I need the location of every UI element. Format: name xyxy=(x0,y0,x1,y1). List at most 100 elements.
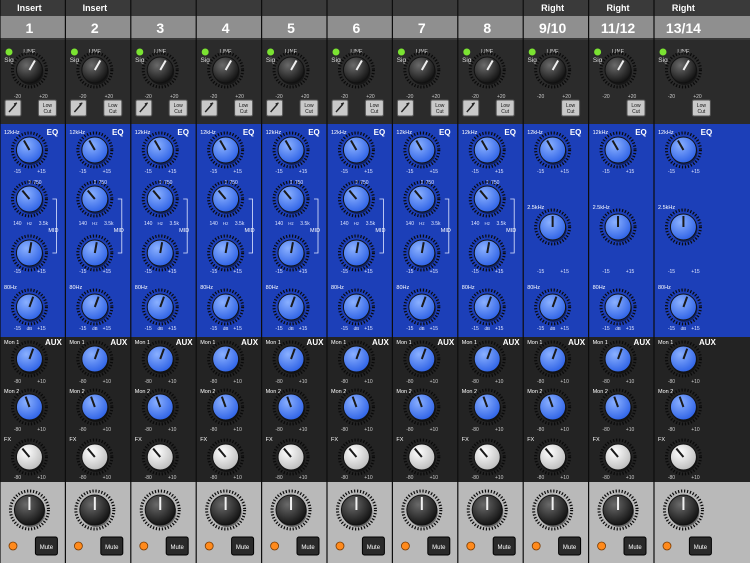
mid-freq-unit-label: Hz xyxy=(223,221,229,226)
eq-high-label: 12kHz xyxy=(4,130,20,136)
aux-max-label: +10 xyxy=(103,379,112,385)
mute-button[interactable]: Mute xyxy=(492,536,516,556)
eq-min-label: -15 xyxy=(472,269,479,275)
aux-min-label: -80 xyxy=(341,427,348,433)
signal-led xyxy=(528,48,536,56)
aux-min-label: -80 xyxy=(602,379,609,385)
aux-max-label: +10 xyxy=(560,379,569,385)
low-cut-button[interactable]: LowCut xyxy=(495,99,515,117)
eq-min-label: -15 xyxy=(275,269,282,275)
mute-led xyxy=(139,541,149,551)
eq-label: EQ xyxy=(570,128,582,137)
mute-button[interactable]: Mute xyxy=(165,536,189,556)
eq-max-label: +15 xyxy=(495,169,504,175)
low-cut-button[interactable]: LowCut xyxy=(299,99,319,117)
mute-button[interactable]: Mute xyxy=(361,536,385,556)
instrument-button[interactable] xyxy=(462,99,480,117)
mon1-label: Mon 1 xyxy=(462,340,477,346)
fx-label: FX xyxy=(69,437,76,443)
low-cut-button[interactable]: LowCut xyxy=(103,99,123,117)
fx-label: FX xyxy=(396,437,403,443)
eq-max-label: +15 xyxy=(233,326,242,332)
eq-min-label: -15 xyxy=(537,169,544,175)
instrument-button[interactable] xyxy=(69,99,87,117)
aux-max-label: +10 xyxy=(37,475,46,481)
aux-max-label: +10 xyxy=(430,427,439,433)
mid-freq-max-label: 3.5k xyxy=(497,221,507,227)
gain-max-label: +20 xyxy=(366,94,375,100)
eq-low-label: 80Hz xyxy=(69,285,82,291)
mute-button[interactable]: Mute xyxy=(688,536,712,556)
eq-high-label: 12kHz xyxy=(200,130,216,136)
aux-max-label: +10 xyxy=(299,427,308,433)
eq-high-label: 12kHz xyxy=(331,130,347,136)
gain-min-label: -20 xyxy=(79,94,86,100)
low-cut-label: Cut xyxy=(436,109,444,115)
signal-led xyxy=(332,48,340,56)
aux-max-label: +10 xyxy=(626,427,635,433)
mid-freq-center-label: 750 xyxy=(99,180,108,186)
mon1-label: Mon 1 xyxy=(200,340,215,346)
eq-low-label: 80Hz xyxy=(200,285,213,291)
mute-button[interactable]: Mute xyxy=(34,536,58,556)
low-cut-button[interactable]: LowCut xyxy=(37,99,57,117)
fx-label: FX xyxy=(200,437,207,443)
eq-min-label: -15 xyxy=(79,169,86,175)
gain-max-label: +20 xyxy=(693,94,702,100)
low-cut-button[interactable]: LowCut xyxy=(430,99,450,117)
eq-min-label: -15 xyxy=(275,326,282,332)
eq-low-label: 80Hz xyxy=(331,285,344,291)
eq-high-label: 12kHz xyxy=(69,130,85,136)
mid-freq-max-label: 3.5k xyxy=(170,221,180,227)
sig-label: Sig xyxy=(593,57,603,64)
aux-max-label: +10 xyxy=(37,427,46,433)
mute-button[interactable]: Mute xyxy=(231,536,255,556)
instrument-button[interactable] xyxy=(396,99,414,117)
eq-max-label: +15 xyxy=(430,269,439,275)
eq-high-label: 12kHz xyxy=(527,130,543,136)
mute-label: Mute xyxy=(367,545,381,551)
low-cut-button[interactable]: LowCut xyxy=(234,99,254,117)
sig-label: Sig xyxy=(4,57,14,64)
mute-led xyxy=(8,541,18,551)
aux-label: AUX xyxy=(372,338,390,347)
instrument-button[interactable] xyxy=(200,99,218,117)
gain-max-label: +20 xyxy=(301,94,310,100)
aux-max-label: +10 xyxy=(103,475,112,481)
mute-button[interactable]: Mute xyxy=(100,536,124,556)
aux-min-label: -80 xyxy=(406,379,413,385)
signal-led xyxy=(70,48,78,56)
aux-label: AUX xyxy=(45,338,63,347)
eq-max-label: +15 xyxy=(103,326,112,332)
low-cut-button[interactable]: LowCut xyxy=(626,99,646,117)
eq-mid-label: MID xyxy=(48,228,58,234)
instrument-button[interactable] xyxy=(266,99,284,117)
aux-max-label: +10 xyxy=(233,379,242,385)
aux-min-label: -80 xyxy=(275,379,282,385)
eq-min-label: -15 xyxy=(79,269,86,275)
eq-unit-label: dB xyxy=(288,326,294,331)
low-cut-button[interactable]: LowCut xyxy=(168,99,188,117)
aux-label: AUX xyxy=(699,338,717,347)
eq-low-label: 80Hz xyxy=(658,285,671,291)
low-cut-button[interactable]: LowCut xyxy=(691,99,711,117)
eq-unit-label: dB xyxy=(615,326,621,331)
instrument-button[interactable] xyxy=(331,99,349,117)
instrument-button[interactable] xyxy=(135,99,153,117)
mute-button[interactable]: Mute xyxy=(623,536,647,556)
sig-label: Sig xyxy=(70,57,80,64)
aux-min-label: -80 xyxy=(145,379,152,385)
mute-button[interactable]: Mute xyxy=(427,536,451,556)
mute-button[interactable]: Mute xyxy=(296,536,320,556)
mute-button[interactable]: Mute xyxy=(558,536,582,556)
instrument-button[interactable] xyxy=(4,99,22,117)
mid-freq-max-label: 3.5k xyxy=(366,221,376,227)
mid-freq-unit-label: Hz xyxy=(92,221,98,226)
mid-freq-min-label: 140 xyxy=(340,221,349,227)
eq-label: EQ xyxy=(701,128,713,137)
aux-max-label: +10 xyxy=(430,475,439,481)
fx-label: FX xyxy=(593,437,600,443)
eq-high-label: 12kHz xyxy=(593,130,609,136)
low-cut-button[interactable]: LowCut xyxy=(561,99,581,117)
low-cut-button[interactable]: LowCut xyxy=(364,99,384,117)
